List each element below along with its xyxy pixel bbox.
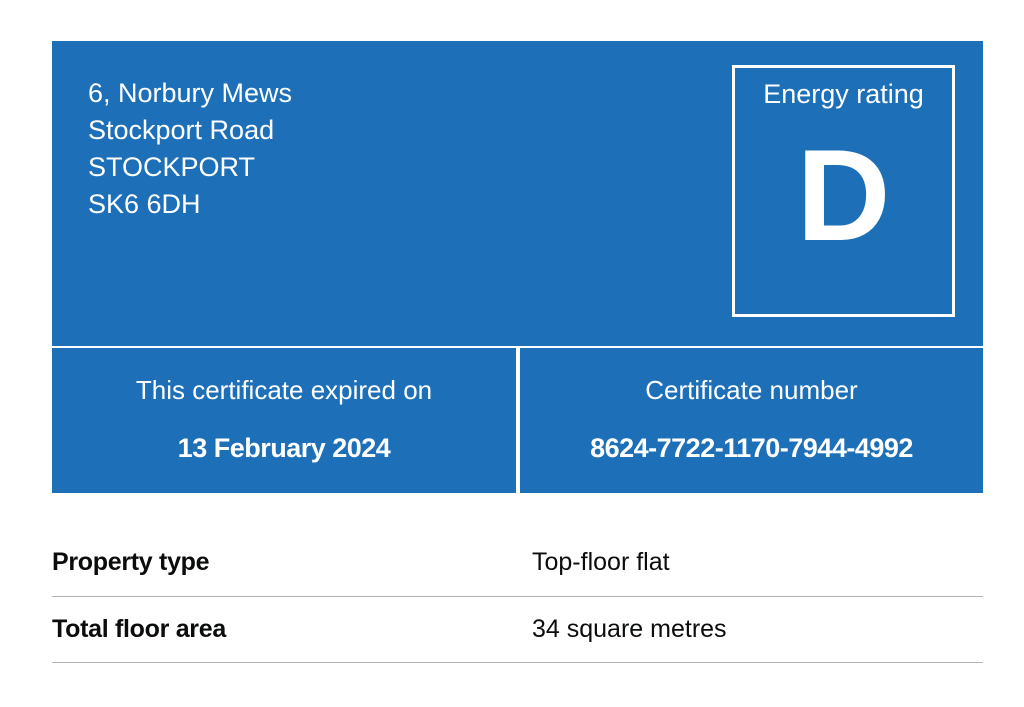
summary-row-property-type: Property type Top-floor flat	[52, 530, 983, 597]
energy-rating-letter: D	[796, 122, 891, 268]
certificate-expiry-cell: This certificate expired on 13 February …	[52, 348, 516, 493]
address-line-1: 6, Norbury Mews	[88, 78, 293, 108]
property-address: 6, Norbury Mews Stockport Road STOCKPORT…	[88, 75, 292, 223]
summary-value: 34 square metres	[532, 615, 727, 643]
expiry-label: This certificate expired on	[135, 375, 433, 405]
expiry-date: 13 February 2024	[177, 433, 391, 463]
summary-row-floor-area: Total floor area 34 square metres	[52, 597, 983, 663]
certificate-number-cell: Certificate number 8624-7722-1170-7944-4…	[520, 348, 983, 493]
address-postcode: SK6 6DH	[88, 189, 201, 219]
energy-rating-label: Energy rating	[763, 79, 924, 109]
certificate-number: 8624-7722-1170-7944-4992	[590, 433, 913, 463]
summary-key: Property type	[52, 548, 210, 576]
certificate-number-label: Certificate number	[645, 375, 858, 405]
address-line-2: Stockport Road	[88, 115, 275, 145]
epc-certificate-page: 6, Norbury Mews Stockport Road STOCKPORT…	[0, 0, 1024, 707]
certificate-info-row: This certificate expired on 13 February …	[52, 348, 983, 493]
summary-key: Total floor area	[52, 615, 226, 643]
energy-rating-box: Energy rating D	[732, 65, 955, 317]
property-summary-list: Property type Top-floor flat Total floor…	[52, 530, 983, 663]
certificate-header-panel: 6, Norbury Mews Stockport Road STOCKPORT…	[52, 41, 983, 346]
summary-value: Top-floor flat	[532, 548, 670, 576]
address-line-3: STOCKPORT	[88, 152, 256, 182]
